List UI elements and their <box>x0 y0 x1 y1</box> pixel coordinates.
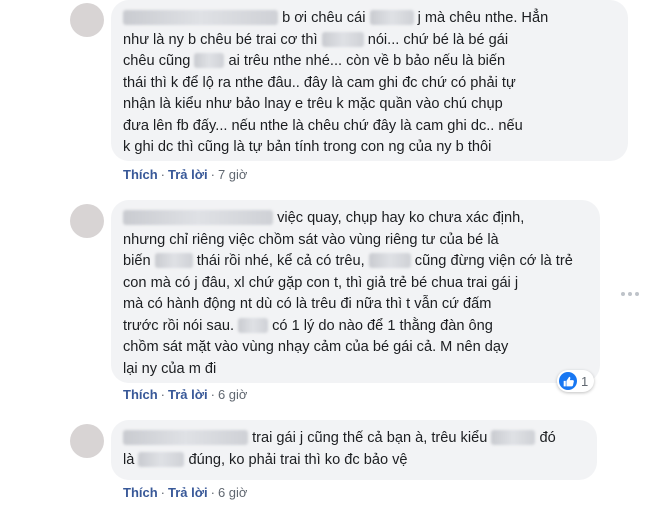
comment-bubble: b ơi chêu cái j mà chêu nthe. Hẳn như là… <box>111 0 628 161</box>
redacted-text <box>194 53 225 68</box>
comment-text: ai trêu nthe nhé... còn về b bảo nếu là … <box>228 53 506 69</box>
comment-text: b ơi chêu cái <box>282 10 366 26</box>
comment-line: chồm sát mặt vào vùng nhạy cảm của bé gá… <box>123 339 509 355</box>
avatar[interactable] <box>70 424 104 458</box>
comment-line: thái thì k để lộ ra nthe đâu.. đây là ca… <box>123 74 516 91</box>
redacted-text <box>491 430 536 445</box>
separator: · <box>160 167 166 182</box>
comment-text: chêu cũng <box>123 53 191 69</box>
comment-bubble: trai gái j cũng thế cả bạn à, trêu kiểu … <box>111 420 597 480</box>
like-thumb-icon <box>559 372 577 390</box>
comment-text: trước rồi nói sau. <box>123 317 234 334</box>
reaction-number: 1 <box>581 373 589 389</box>
avatar[interactable] <box>70 204 104 238</box>
redacted-text <box>321 31 364 47</box>
comment-line: con mà có j đâu, xl chứ gặp con t, thì g… <box>123 274 519 291</box>
more-options-icon[interactable] <box>621 289 643 299</box>
comment-text: cũng đừng viện cớ là trẻ <box>414 253 573 269</box>
like-link[interactable]: Thích <box>123 485 158 500</box>
reply-link[interactable]: Trả lời <box>168 485 208 500</box>
comment-text: thái rồi nhé, kể cả có trêu, <box>196 253 365 269</box>
separator: · <box>160 485 166 500</box>
timestamp[interactable]: 6 giờ <box>218 485 248 500</box>
comment-line: biến thái rồi nhé, kể cả có trêu, cũng đ… <box>123 251 588 273</box>
redacted-text <box>368 253 411 268</box>
redacted-text <box>369 10 414 25</box>
comment-text: như là ny b chêu bé trai cơ thì <box>123 31 318 48</box>
comment-actions: Thích · Trả lời · 7 giờ <box>123 167 247 182</box>
redacted-name <box>123 430 248 445</box>
comment-actions: Thích · Trả lời · 6 giờ <box>123 485 247 500</box>
comment-line: trước rồi nói sau. có 1 lý do nào để 1 t… <box>123 316 588 338</box>
comment-text: trai gái j cũng thế cả bạn à, trêu kiểu <box>252 430 488 446</box>
reply-link[interactable]: Trả lời <box>168 387 208 402</box>
timestamp[interactable]: 7 giờ <box>218 167 248 182</box>
comment-text: có 1 lý do nào để 1 thằng đàn ông <box>272 317 493 334</box>
reaction-count[interactable]: 1 <box>557 370 595 392</box>
redacted-name <box>123 210 273 225</box>
comment-line: mà có hành động nt dù có là trêu đi nữa … <box>123 296 492 312</box>
redacted-text <box>138 451 185 467</box>
separator: · <box>210 485 215 500</box>
comment-line: nhận là kiểu như bảo lnay e trêu k mặc q… <box>123 96 503 112</box>
reply-link[interactable]: Trả lời <box>168 167 208 182</box>
comment-text: nói... chứ bé là bé gái <box>367 31 509 48</box>
avatar[interactable] <box>70 3 104 37</box>
comment-line: b ơi chêu cái j mà chêu nthe. Hẳn <box>123 8 616 30</box>
comment-text: biến <box>123 253 151 269</box>
like-link[interactable]: Thích <box>123 387 158 402</box>
comment-line: việc quay, chụp hay ko chưa xác định, <box>123 208 588 230</box>
comment-line: trai gái j cũng thế cả bạn à, trêu kiểu … <box>123 428 585 450</box>
comment-text: đó <box>539 430 556 446</box>
comment-text: việc quay, chụp hay ko chưa xác định, <box>277 210 525 226</box>
redacted-text <box>238 317 269 333</box>
separator: · <box>210 387 215 402</box>
comment-line: lại ny của m đi <box>123 360 217 377</box>
like-link[interactable]: Thích <box>123 167 158 182</box>
comment-line: là đúng, ko phải trai thì ko đc bảo vệ <box>123 450 585 472</box>
comment-line: nhưng chỉ riêng việc chồm sát vào vùng r… <box>123 231 499 248</box>
redacted-name <box>123 10 278 25</box>
separator: · <box>160 387 166 402</box>
separator: · <box>210 167 215 182</box>
comment-text: j mà chêu nthe. Hẳn <box>417 10 549 26</box>
comment-text: là <box>123 451 135 468</box>
timestamp[interactable]: 6 giờ <box>218 387 248 402</box>
comment-text: đúng, ko phải trai thì ko đc bảo vệ <box>188 451 408 468</box>
comment-actions: Thích · Trả lời · 6 giờ <box>123 387 247 402</box>
comment-line: đưa lên fb đấy... nếu nthe là chêu chứ đ… <box>123 117 523 134</box>
redacted-text <box>154 253 193 268</box>
comment-bubble: việc quay, chụp hay ko chưa xác định, nh… <box>111 200 600 383</box>
comment-line: k ghi dc thì cũng là tự bản tính trong c… <box>123 139 492 155</box>
comment-line: như là ny b chêu bé trai cơ thì nói... c… <box>123 30 616 52</box>
comment-line: chêu cũng ai trêu nthe nhé... còn về b b… <box>123 51 616 73</box>
